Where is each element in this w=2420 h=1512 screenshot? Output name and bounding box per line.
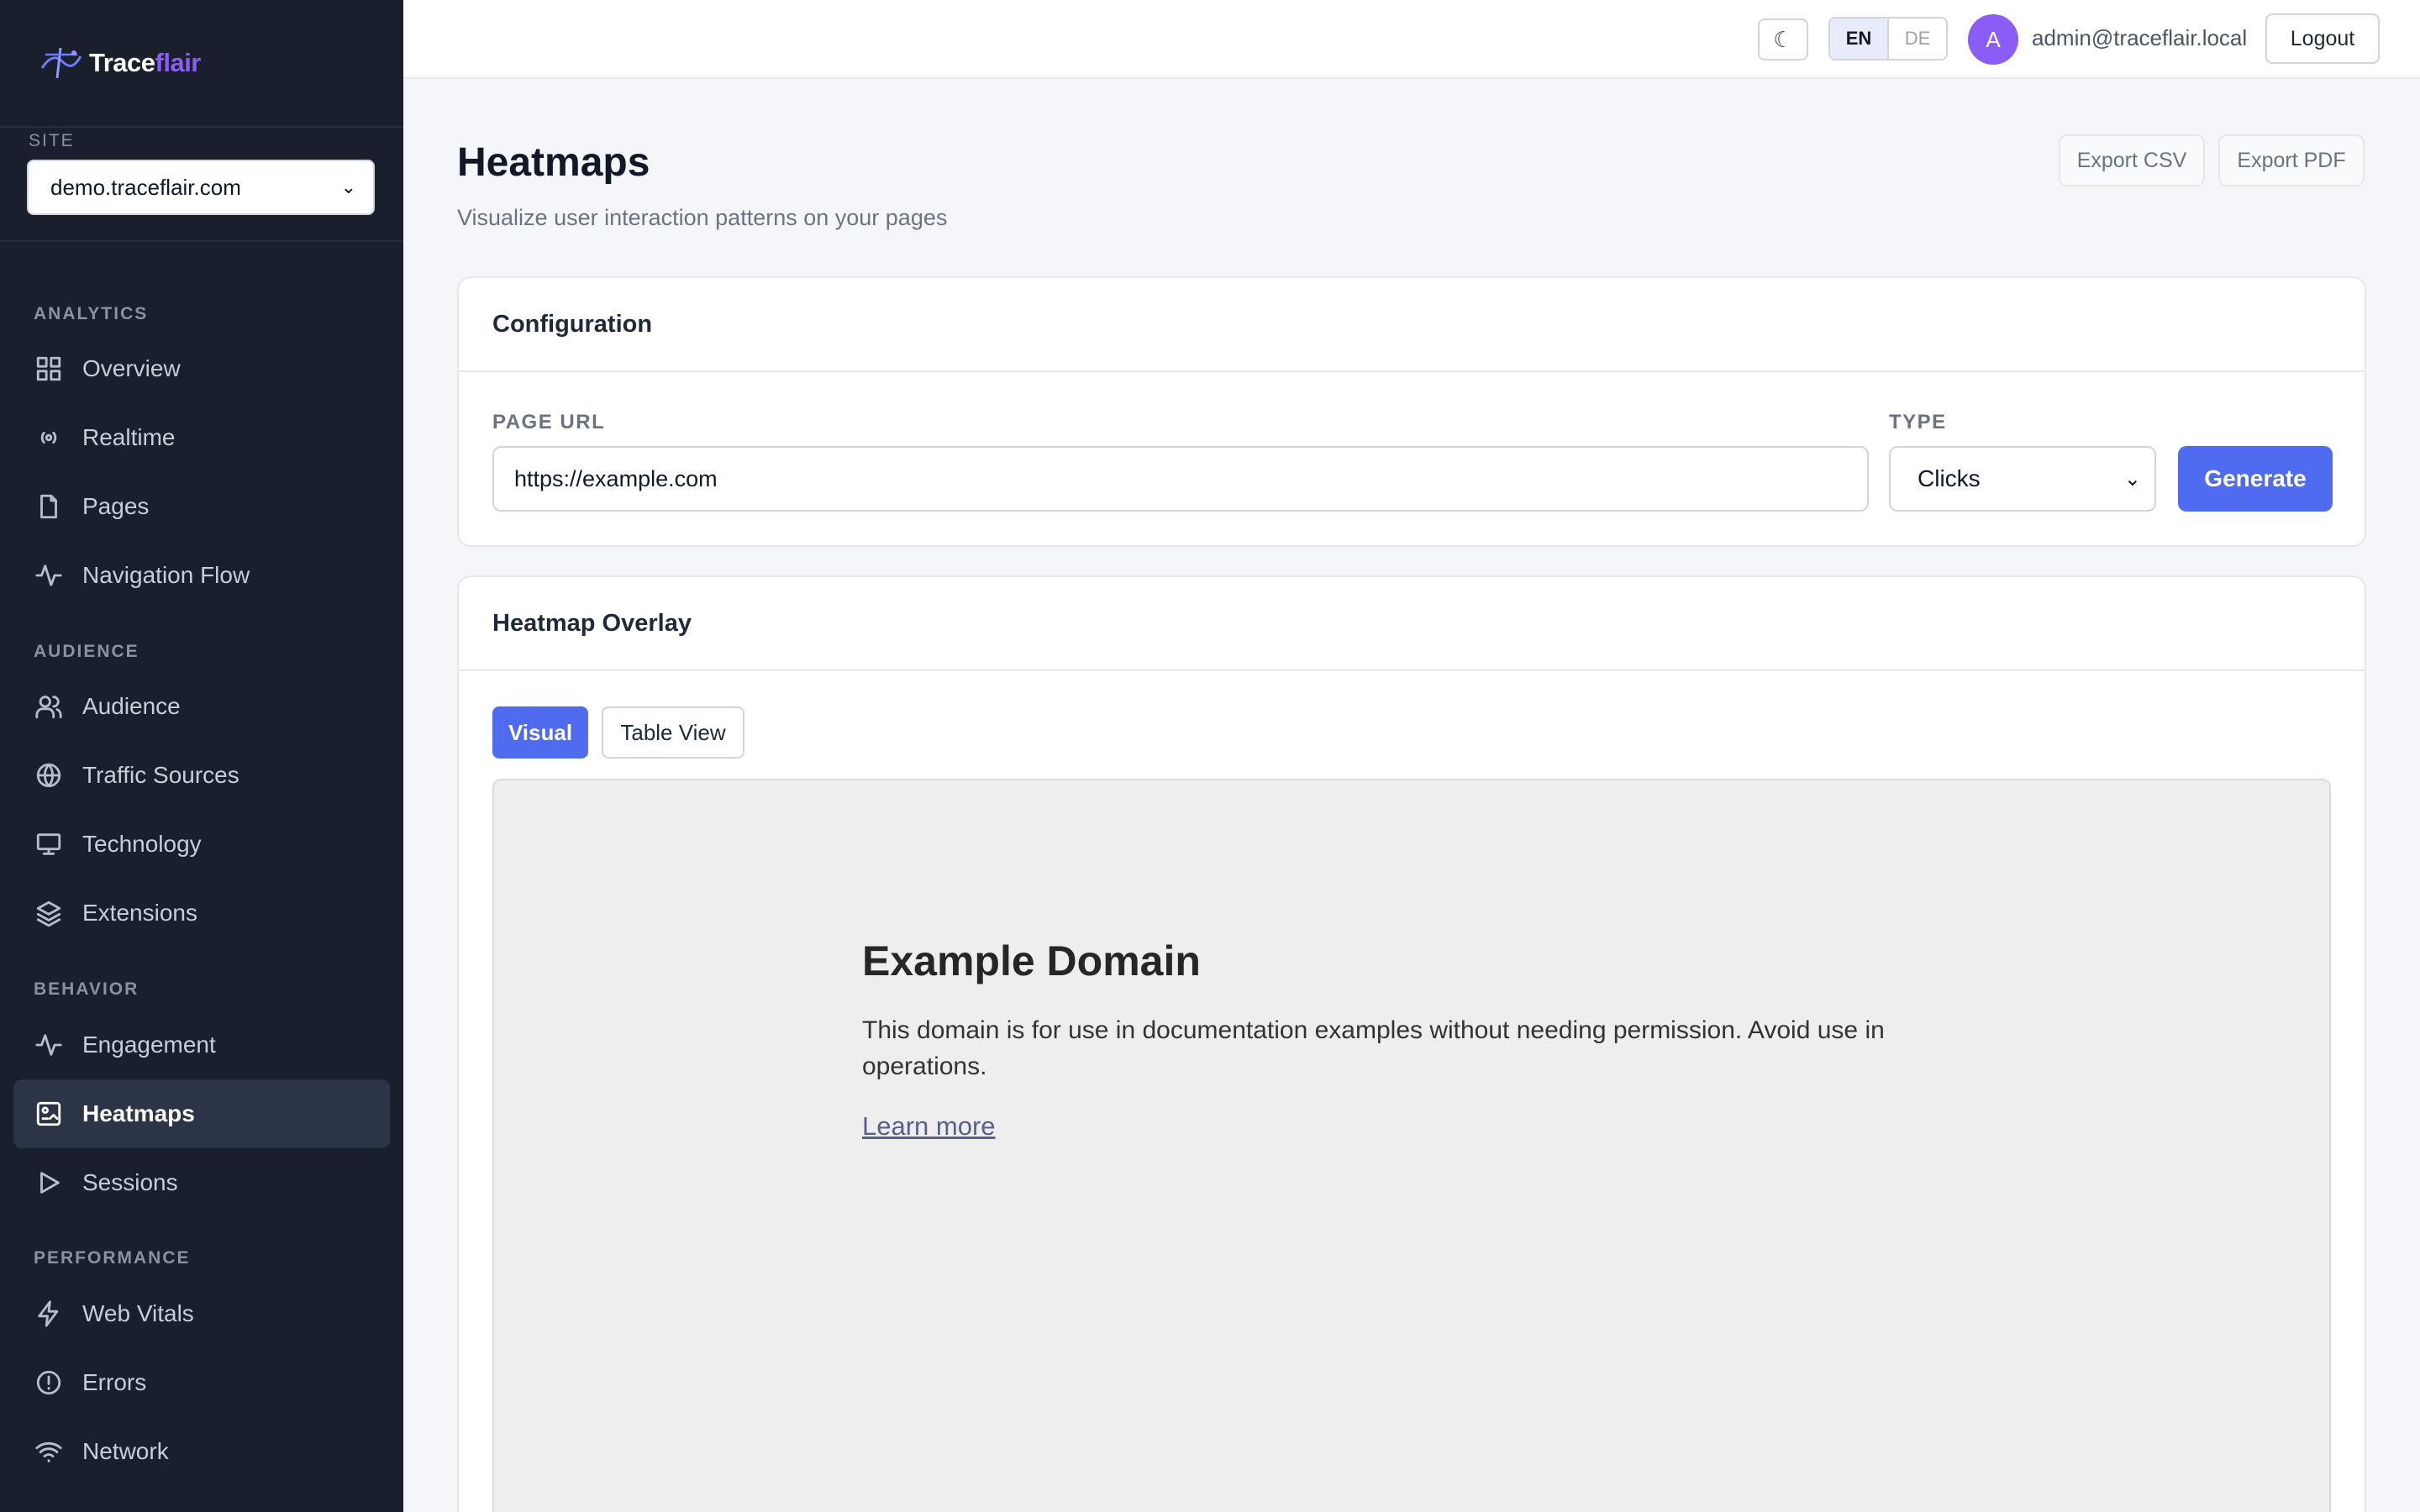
file-icon xyxy=(34,491,64,522)
preview-title: Example Domain xyxy=(862,937,1201,984)
moon-icon: ☾ xyxy=(1773,26,1793,52)
sidebar-item-audience[interactable]: Audience xyxy=(13,672,390,741)
site-selector-block: SITE demo.traceflair.com ⌄ xyxy=(0,128,403,242)
generate-button[interactable]: Generate xyxy=(2178,446,2333,512)
sidebar-item-label: Extensions xyxy=(82,900,197,926)
sidebar-item-label: Errors xyxy=(82,1369,147,1395)
logo-text-flair: flair xyxy=(155,48,202,77)
sidebar-item-label: Sessions xyxy=(82,1169,178,1195)
site-select-value: demo.traceflair.com xyxy=(50,174,241,200)
sidebar-item-realtime[interactable]: Realtime xyxy=(13,403,390,472)
sidebar-item-label: Realtime xyxy=(82,424,176,450)
sidebar-item-label: Traffic Sources xyxy=(82,762,239,788)
topbar: ☾ EN DE A admin@traceflair.local Logout xyxy=(403,0,2420,79)
sidebar-item-network[interactable]: Network xyxy=(13,1417,390,1486)
sidebar-item-extensions[interactable]: Extensions xyxy=(13,879,390,948)
sidebar-item-errors[interactable]: Errors xyxy=(13,1348,390,1417)
language-switch: EN DE xyxy=(1828,17,1948,60)
tab-visual[interactable]: Visual xyxy=(492,706,588,759)
sidebar-item-overview[interactable]: Overview xyxy=(13,334,390,403)
preview-body: This domain is for use in documentation … xyxy=(862,1016,1885,1080)
site-select[interactable]: demo.traceflair.com ⌄ xyxy=(27,160,375,215)
export-pdf-button[interactable]: Export PDF xyxy=(2218,134,2365,186)
sidebar-item-sessions[interactable]: Sessions xyxy=(13,1148,390,1217)
sidebar-item-traffic-sources[interactable]: Traffic Sources xyxy=(13,741,390,810)
page-title: Heatmaps xyxy=(457,140,650,185)
type-select[interactable]: Clicks ⌄ xyxy=(1889,446,2156,512)
nav-section-audience: AUDIENCE xyxy=(34,642,139,661)
chevron-down-icon: ⌄ xyxy=(340,176,356,197)
heatmap-overlay-card: Heatmap Overlay Visual Table View Exampl… xyxy=(457,575,2366,1512)
lightning-icon xyxy=(34,1299,64,1329)
alert-circle-icon xyxy=(34,1368,64,1398)
heatmap-icon xyxy=(34,1099,64,1129)
export-csv-button[interactable]: Export CSV xyxy=(2059,134,2205,186)
broadcast-icon xyxy=(34,423,64,453)
sidebar-item-label: Network xyxy=(82,1438,169,1464)
chevron-down-icon: ⌄ xyxy=(2123,467,2141,491)
page-url-input[interactable]: https://example.com xyxy=(492,446,1869,512)
sidebar-item-label: Audience xyxy=(82,693,181,719)
users-icon xyxy=(34,691,64,722)
sidebar-item-label: Heatmaps xyxy=(82,1100,195,1126)
heatmap-overlay-title: Heatmap Overlay xyxy=(459,577,2365,671)
page-subtitle: Visualize user interaction patterns on y… xyxy=(457,205,948,230)
sidebar-item-label: Engagement xyxy=(82,1032,216,1058)
sidebar-item-label: Overview xyxy=(82,355,181,381)
sidebar-item-pages[interactable]: Pages xyxy=(13,472,390,541)
site-label: SITE xyxy=(29,131,75,150)
sidebar-item-heatmaps[interactable]: Heatmaps xyxy=(13,1079,390,1148)
theme-toggle-button[interactable]: ☾ xyxy=(1758,18,1808,60)
preview-learn-more-link[interactable]: Learn more xyxy=(862,1111,996,1142)
lang-de-button[interactable]: DE xyxy=(1889,18,1946,59)
sidebar-item-label: Web Vitals xyxy=(82,1300,194,1326)
sidebar-item-navigation-flow[interactable]: Navigation Flow xyxy=(13,541,390,610)
tab-table-view[interactable]: Table View xyxy=(602,706,744,759)
logo-text-trace: Trace xyxy=(89,48,155,77)
sidebar-item-label: Technology xyxy=(82,831,202,857)
monitor-icon xyxy=(34,829,64,859)
avatar[interactable]: A xyxy=(1968,14,2018,65)
lang-en-button[interactable]: EN xyxy=(1830,18,1889,59)
sidebar-item-technology[interactable]: Technology xyxy=(13,810,390,879)
wifi-icon xyxy=(34,1436,64,1467)
type-select-value: Clicks xyxy=(1918,465,1981,491)
layers-icon xyxy=(34,898,64,928)
sidebar: Traceflair SITE demo.traceflair.com ⌄ AN… xyxy=(0,0,403,1512)
logout-button[interactable]: Logout xyxy=(2265,13,2380,64)
app-logo[interactable]: Traceflair xyxy=(0,0,403,128)
sidebar-item-engagement[interactable]: Engagement xyxy=(13,1011,390,1079)
sidebar-item-web-vitals[interactable]: Web Vitals xyxy=(13,1279,390,1348)
sidebar-item-label: Pages xyxy=(82,493,150,519)
activity-icon xyxy=(34,560,64,591)
nav-section-performance: PERFORMANCE xyxy=(34,1248,191,1268)
user-email: admin@traceflair.local xyxy=(2032,25,2248,50)
activity-icon xyxy=(34,1030,64,1060)
page-url-label: PAGE URL xyxy=(492,411,606,433)
globe-icon xyxy=(34,760,64,790)
nav-section-behavior: BEHAVIOR xyxy=(34,979,139,999)
page-url-value: https://example.com xyxy=(514,465,718,491)
nav-section-analytics: ANALYTICS xyxy=(34,304,149,323)
sidebar-item-label: Navigation Flow xyxy=(82,562,250,588)
type-label: TYPE xyxy=(1889,411,1947,433)
traceflair-logo-icon xyxy=(40,47,82,79)
grid-icon xyxy=(34,354,64,384)
play-icon xyxy=(34,1168,64,1198)
configuration-title: Configuration xyxy=(459,278,2365,372)
heatmap-preview-frame[interactable]: Example Domain This domain is for use in… xyxy=(492,779,2331,1512)
configuration-card: Configuration PAGE URL https://example.c… xyxy=(457,276,2366,547)
